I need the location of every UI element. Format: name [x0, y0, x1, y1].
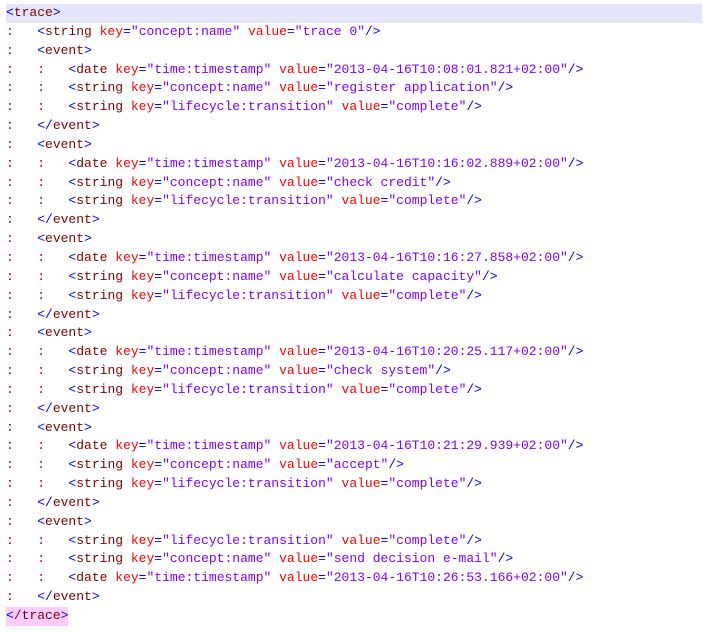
xml-code-block: <trace> : <string key="concept:name" val… [0, 0, 708, 632]
event-close: : </event> [6, 588, 702, 607]
event-close: : </event> [6, 117, 702, 136]
event-attr-line: : : <string key="lifecycle:transition" v… [6, 475, 702, 494]
event-attr-line: : : <string key="lifecycle:transition" v… [6, 98, 702, 117]
event-attr-line: : : <string key="concept:name" value="ca… [6, 268, 702, 287]
event-attr-line: : : <string key="lifecycle:transition" v… [6, 532, 702, 551]
event-attr-line: : : <string key="lifecycle:transition" v… [6, 287, 702, 306]
trace-open-line: <trace> [6, 4, 702, 23]
event-close: : </event> [6, 211, 702, 230]
event-attr-line: : : <string key="lifecycle:transition" v… [6, 381, 702, 400]
event-attr-line: : : <date key="time:timestamp" value="20… [6, 61, 702, 80]
event-close: : </event> [6, 306, 702, 325]
event-open: : <event> [6, 324, 702, 343]
trace-name-line: : <string key="concept:name" value="trac… [6, 23, 702, 42]
event-open: : <event> [6, 230, 702, 249]
event-attr-line: : : <date key="time:timestamp" value="20… [6, 343, 702, 362]
event-open: : <event> [6, 513, 702, 532]
event-open: : <event> [6, 136, 702, 155]
event-attr-line: : : <string key="concept:name" value="se… [6, 550, 702, 569]
event-attr-line: : : <date key="time:timestamp" value="20… [6, 569, 702, 588]
event-attr-line: : : <string key="concept:name" value="ch… [6, 362, 702, 381]
trace-close-line: </trace> [6, 607, 702, 626]
event-attr-line: : : <date key="time:timestamp" value="20… [6, 249, 702, 268]
event-attr-line: : : <string key="concept:name" value="re… [6, 79, 702, 98]
event-open: : <event> [6, 419, 702, 438]
event-attr-line: : : <string key="concept:name" value="ch… [6, 174, 702, 193]
event-attr-line: : : <date key="time:timestamp" value="20… [6, 155, 702, 174]
event-open: : <event> [6, 42, 702, 61]
event-attr-line: : : <string key="concept:name" value="ac… [6, 456, 702, 475]
event-attr-line: : : <string key="lifecycle:transition" v… [6, 192, 702, 211]
event-close: : </event> [6, 400, 702, 419]
event-close: : </event> [6, 494, 702, 513]
event-attr-line: : : <date key="time:timestamp" value="20… [6, 437, 702, 456]
